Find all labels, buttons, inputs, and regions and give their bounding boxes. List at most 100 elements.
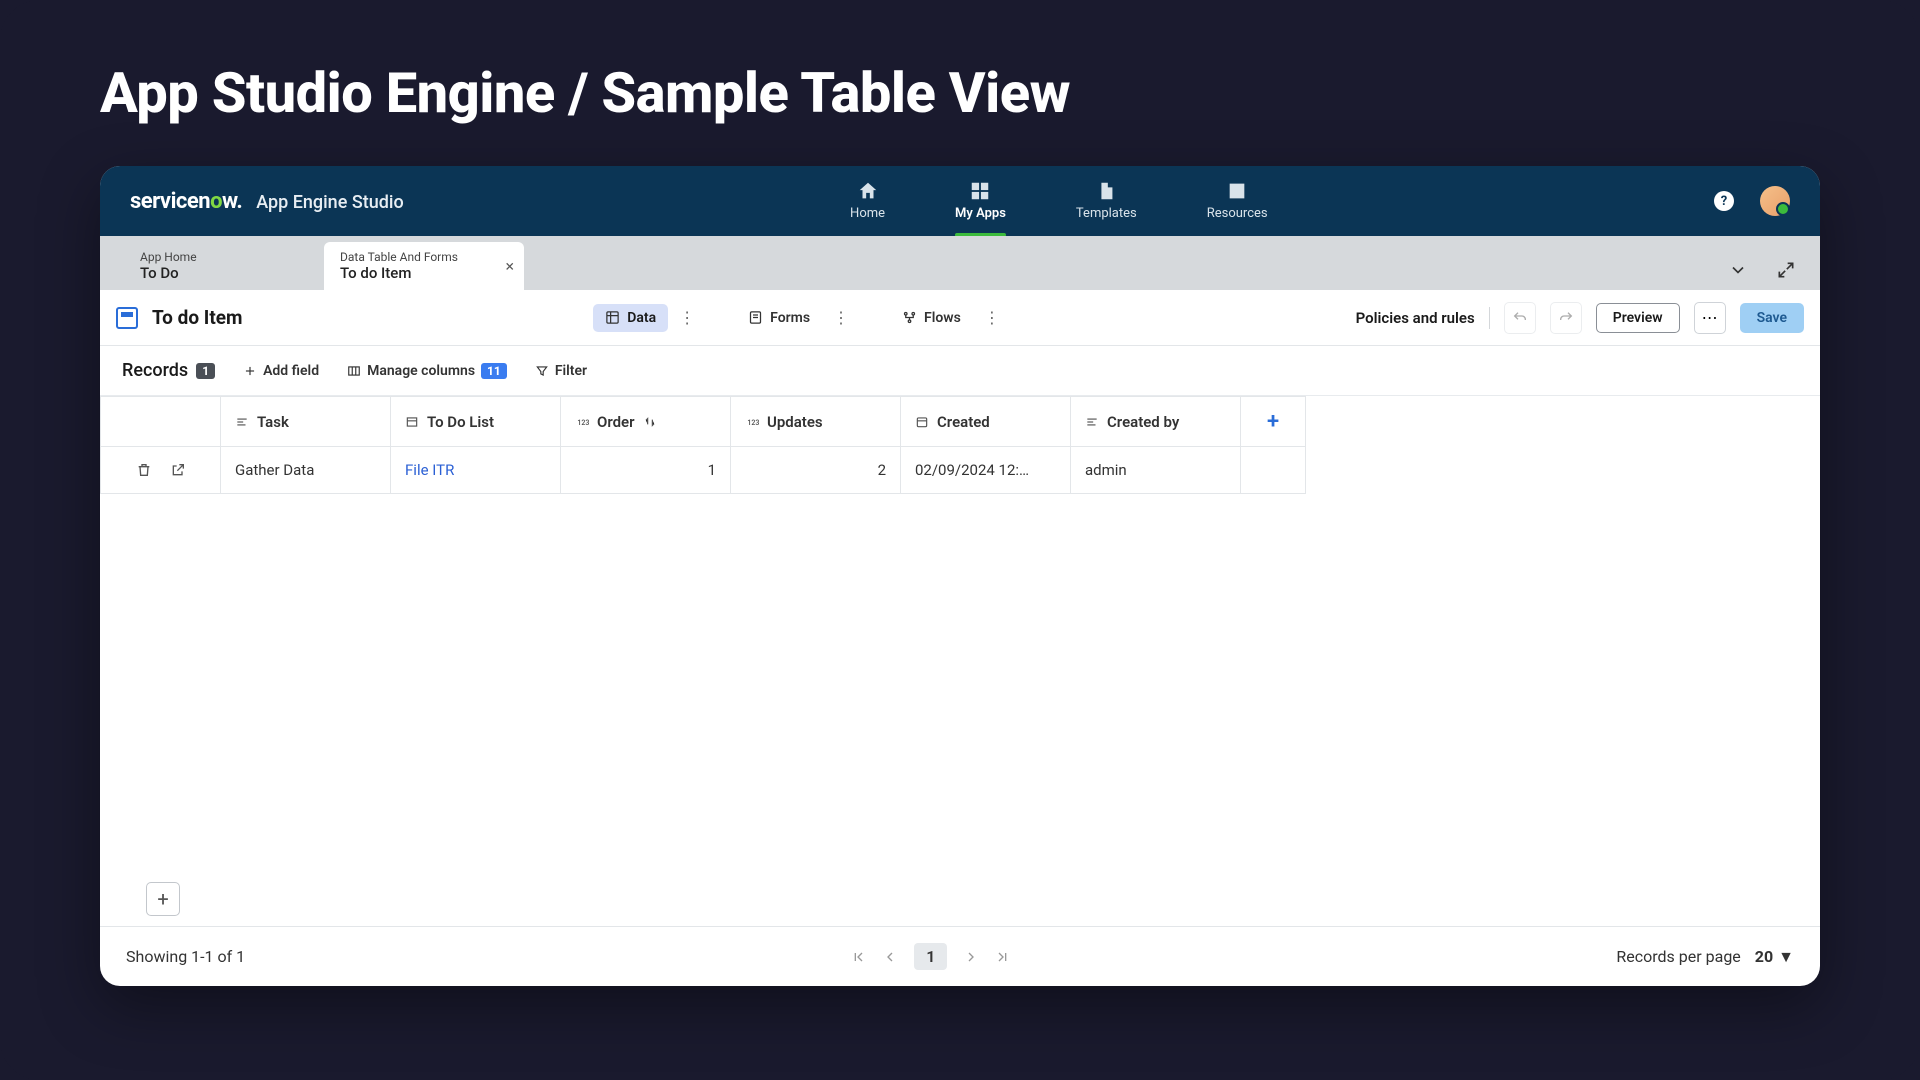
- table-icon: [116, 307, 138, 329]
- preview-button[interactable]: Preview: [1596, 303, 1680, 333]
- toolbar: To do Item Data ⋮ Forms ⋮: [100, 290, 1820, 346]
- cell-todolist[interactable]: File ITR: [391, 447, 561, 494]
- prev-page-button[interactable]: [882, 949, 898, 965]
- page-number[interactable]: 1: [914, 943, 947, 970]
- top-nav: servicenow. App Engine Studio Home My Ap…: [100, 166, 1820, 236]
- tab-data-table[interactable]: Data Table And Forms To do Item ×: [324, 242, 524, 290]
- col-todolist[interactable]: To Do List: [391, 397, 561, 447]
- col-created[interactable]: Created: [901, 397, 1071, 447]
- next-page-button[interactable]: [963, 949, 979, 965]
- text-icon: [235, 415, 249, 429]
- add-row-button[interactable]: +: [146, 882, 180, 916]
- cell-created[interactable]: 02/09/2024 12:…: [901, 447, 1071, 494]
- ref-icon: [405, 415, 419, 429]
- svg-text:123: 123: [747, 418, 759, 426]
- plus-icon: [243, 364, 257, 378]
- tab-app-home-sub: App Home: [140, 250, 294, 264]
- cell-empty: [1241, 447, 1306, 494]
- tab-data-table-main: To do Item: [340, 264, 494, 282]
- collapse-icon[interactable]: [1728, 260, 1748, 280]
- col-order[interactable]: 123Order: [561, 397, 731, 447]
- tabs-bar: App Home To Do Data Table And Forms To d…: [100, 236, 1820, 290]
- nav-resources-label: Resources: [1207, 206, 1268, 221]
- records-count-badge: 1: [196, 363, 215, 379]
- product-name: App Engine Studio: [256, 192, 403, 213]
- nav-home[interactable]: Home: [850, 180, 885, 223]
- col-updates[interactable]: 123Updates: [731, 397, 901, 447]
- nav-myapps-label: My Apps: [955, 206, 1006, 221]
- cell-updates[interactable]: 2: [731, 447, 901, 494]
- slide-title: App Studio Engine / Sample Table View: [100, 60, 1820, 126]
- last-page-button[interactable]: [995, 949, 1011, 965]
- view-flows[interactable]: Flows: [890, 304, 973, 332]
- view-forms-more[interactable]: ⋮: [828, 308, 854, 327]
- date-icon: [915, 415, 929, 429]
- tab-app-home[interactable]: App Home To Do: [124, 242, 324, 290]
- first-page-button[interactable]: [850, 949, 866, 965]
- apps-icon: [969, 180, 991, 202]
- brand-logo: servicenow.: [130, 189, 242, 214]
- rpp-label: Records per page: [1616, 947, 1740, 966]
- nav-templates-label: Templates: [1076, 206, 1137, 221]
- cell-createdby[interactable]: admin: [1071, 447, 1241, 494]
- redo-icon: [1558, 310, 1574, 326]
- sort-icon: [643, 415, 657, 429]
- more-icon: ⋯: [1702, 308, 1718, 327]
- rpp-select[interactable]: 20 ▼: [1755, 947, 1794, 967]
- nav-home-label: Home: [850, 206, 885, 221]
- col-actions: [101, 397, 221, 447]
- view-flows-more[interactable]: ⋮: [979, 308, 1005, 327]
- col-createdby[interactable]: Created by: [1071, 397, 1241, 447]
- plus-icon: +: [1255, 409, 1291, 434]
- undo-icon: [1512, 310, 1528, 326]
- nav-templates[interactable]: Templates: [1076, 180, 1137, 223]
- records-title: Records 1: [122, 360, 215, 381]
- showing-text: Showing 1-1 of 1: [126, 947, 245, 966]
- filter-button[interactable]: Filter: [535, 363, 587, 379]
- view-data[interactable]: Data: [593, 304, 668, 332]
- view-data-more[interactable]: ⋮: [674, 308, 700, 327]
- redo-button: [1550, 302, 1582, 334]
- nav-myapps[interactable]: My Apps: [955, 180, 1006, 223]
- brand: servicenow. App Engine Studio: [130, 189, 404, 214]
- help-button[interactable]: ?: [1714, 191, 1734, 211]
- data-table: Task To Do List 123Order 123Updates Crea…: [100, 396, 1306, 494]
- nav-right: ?: [1714, 186, 1790, 216]
- manage-columns-button[interactable]: Manage columns 11: [347, 363, 507, 379]
- flow-icon: [902, 310, 917, 325]
- cell-order[interactable]: 1: [561, 447, 731, 494]
- cell-task[interactable]: Gather Data: [221, 447, 391, 494]
- num-icon: 123: [575, 415, 589, 429]
- col-task[interactable]: Task: [221, 397, 391, 447]
- footer: Showing 1-1 of 1 1 Records per page 20 ▼: [100, 926, 1820, 986]
- text-icon: [1085, 415, 1099, 429]
- toolbar-title: To do Item: [152, 306, 242, 329]
- more-button[interactable]: ⋯: [1694, 302, 1726, 334]
- records-bar: Records 1 Add field Manage columns 11 Fi…: [100, 346, 1820, 396]
- table-row[interactable]: Gather Data File ITR 1 2 02/09/2024 12:……: [101, 447, 1306, 494]
- view-forms[interactable]: Forms: [736, 304, 822, 332]
- form-icon: [748, 310, 763, 325]
- close-tab-icon[interactable]: ×: [505, 257, 514, 276]
- filter-icon: [535, 364, 549, 378]
- separator: [1489, 307, 1490, 329]
- col-add[interactable]: +: [1241, 397, 1306, 447]
- pager: 1: [245, 943, 1616, 970]
- avatar[interactable]: [1760, 186, 1790, 216]
- templates-icon: [1095, 180, 1117, 202]
- delete-icon[interactable]: [136, 462, 152, 478]
- manage-columns-badge: 11: [481, 363, 507, 379]
- tab-data-table-sub: Data Table And Forms: [340, 250, 494, 264]
- expand-icon[interactable]: [1776, 260, 1796, 280]
- save-button[interactable]: Save: [1740, 303, 1804, 333]
- app-window: servicenow. App Engine Studio Home My Ap…: [100, 166, 1820, 986]
- nav-resources[interactable]: Resources: [1207, 180, 1268, 223]
- open-icon[interactable]: [170, 462, 186, 478]
- policies-link[interactable]: Policies and rules: [1356, 309, 1475, 327]
- add-field-button[interactable]: Add field: [243, 363, 319, 379]
- nav-center: Home My Apps Templates Resources: [404, 180, 1714, 223]
- tab-app-home-main: To Do: [140, 264, 294, 282]
- home-icon: [857, 180, 879, 202]
- grid-icon: [605, 310, 620, 325]
- svg-text:123: 123: [577, 418, 589, 426]
